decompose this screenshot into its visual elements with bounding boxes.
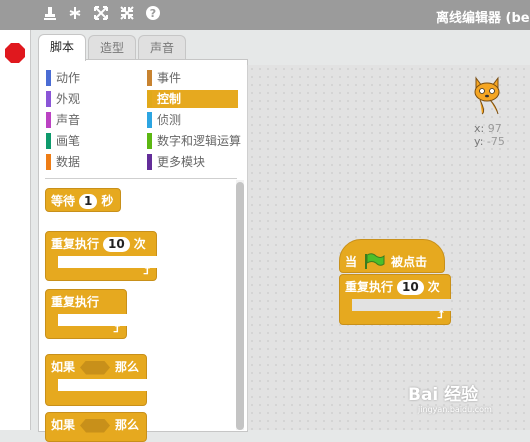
block-unit: 次 (133, 237, 146, 251)
block-text: 当 被点击 (345, 253, 427, 272)
stop-icon[interactable] (5, 43, 25, 63)
watermark-url: jingyan.baidu.com (418, 405, 492, 414)
tab-scripts[interactable]: 脚本 (38, 34, 86, 61)
if-slot (58, 379, 147, 391)
category-motion[interactable]: 动作 (46, 69, 138, 87)
category-swatch (46, 91, 51, 107)
category-label: 事件 (157, 71, 182, 85)
category-swatch (147, 133, 152, 149)
script-repeat-block[interactable]: 重复执行 10 次 ⮥ (339, 274, 451, 325)
block-text: 如果 那么 (51, 359, 139, 375)
category-label: 数字和逻辑运算 (157, 134, 242, 148)
category-swatch (147, 91, 152, 107)
block-label: 等待 (51, 194, 76, 208)
if-then-else-block[interactable]: 如果 那么 (45, 412, 147, 442)
y-label: y: (474, 135, 484, 148)
loop-arrow-icon: ⮥ (437, 308, 445, 321)
category-swatch (46, 112, 51, 128)
category-label: 声音 (56, 113, 81, 127)
x-label: x: (474, 122, 485, 135)
category-swatch (46, 154, 51, 170)
category-swatch (147, 154, 152, 170)
block-label: 重复执行 (51, 237, 100, 251)
block-unit: 秒 (101, 194, 114, 208)
hat-prefix: 当 (345, 255, 358, 269)
category-swatch (46, 133, 51, 149)
grow-icon[interactable] (91, 5, 111, 25)
block-text: 重复执行 10 次 (51, 236, 146, 252)
category-sound[interactable]: 声音 (46, 111, 138, 129)
repeat-count-input[interactable]: 10 (397, 280, 424, 295)
block-label: 重复执行 (345, 280, 394, 294)
category-label: 侦测 (157, 113, 182, 127)
top-toolbar: ? 离线编辑器 (be (0, 0, 530, 30)
sprite-y-readout: y: -75 (474, 135, 505, 148)
repeat-slot (352, 299, 451, 311)
category-pen[interactable]: 画笔 (46, 132, 138, 150)
forever-block[interactable]: 重复执行 ⮥ (45, 289, 127, 339)
block-text: 重复执行 10 次 (345, 279, 440, 295)
cat-sprite-icon (474, 76, 500, 115)
watermark: Bai 经验 (408, 385, 479, 405)
repeat-block[interactable]: 重复执行 10 次 ⮥ (45, 231, 157, 281)
repeat-count-input[interactable]: 10 (103, 237, 130, 252)
hat-suffix: 被点击 (391, 255, 428, 269)
help-icon[interactable]: ? (143, 5, 163, 25)
sprite-thumbnail[interactable] (470, 74, 504, 120)
wait-block[interactable]: 等待 1 秒 (45, 188, 121, 212)
condition-slot[interactable] (80, 418, 111, 433)
tab-costumes[interactable]: 造型 (88, 35, 136, 60)
category-swatch (147, 112, 152, 128)
stamp-icon[interactable] (40, 5, 60, 25)
category-label: 动作 (56, 71, 81, 85)
category-label: 外观 (56, 92, 81, 106)
loop-arrow-icon: ⮥ (143, 264, 151, 277)
condition-slot[interactable] (80, 360, 111, 375)
y-value: -75 (486, 135, 505, 148)
category-control[interactable]: 控制 (147, 90, 238, 108)
category-divider (45, 178, 237, 179)
category-swatch (46, 70, 51, 86)
category-label: 画笔 (56, 134, 81, 148)
category-data[interactable]: 数据 (46, 153, 138, 171)
palette-scrollbar[interactable] (236, 182, 244, 430)
green-flag-icon (363, 253, 385, 272)
cut-icon[interactable] (65, 5, 85, 25)
block-label: 如果 (51, 360, 76, 374)
svg-text:?: ? (150, 7, 156, 20)
category-swatch (147, 70, 152, 86)
x-value: 97 (487, 122, 502, 135)
shrink-icon[interactable] (117, 5, 137, 25)
category-operators[interactable]: 数字和逻辑运算 (147, 132, 243, 150)
category-more-blocks[interactable]: 更多模块 (147, 153, 239, 171)
if-then-block[interactable]: 如果 那么 (45, 354, 147, 406)
category-label: 控制 (157, 92, 182, 106)
repeat-slot (58, 256, 157, 268)
category-label: 更多模块 (157, 155, 206, 169)
block-label: 重复执行 (51, 295, 100, 309)
wait-seconds-input[interactable]: 1 (79, 194, 98, 209)
block-then: 那么 (115, 360, 140, 374)
block-text: 如果 那么 (51, 417, 139, 433)
app-title: 离线编辑器 (be (436, 11, 530, 26)
loop-arrow-icon: ⮥ (113, 322, 121, 335)
block-text: 等待 1 秒 (51, 193, 113, 209)
stop-panel (0, 30, 31, 430)
when-flag-clicked-block[interactable]: 当 被点击 (339, 239, 445, 273)
tab-sounds[interactable]: 声音 (138, 35, 186, 60)
category-sensing[interactable]: 侦测 (147, 111, 239, 129)
sprite-x-readout: x: 97 (474, 122, 502, 135)
block-unit: 次 (427, 280, 440, 294)
category-looks[interactable]: 外观 (46, 90, 138, 108)
category-events[interactable]: 事件 (147, 69, 239, 87)
category-label: 数据 (56, 155, 81, 169)
